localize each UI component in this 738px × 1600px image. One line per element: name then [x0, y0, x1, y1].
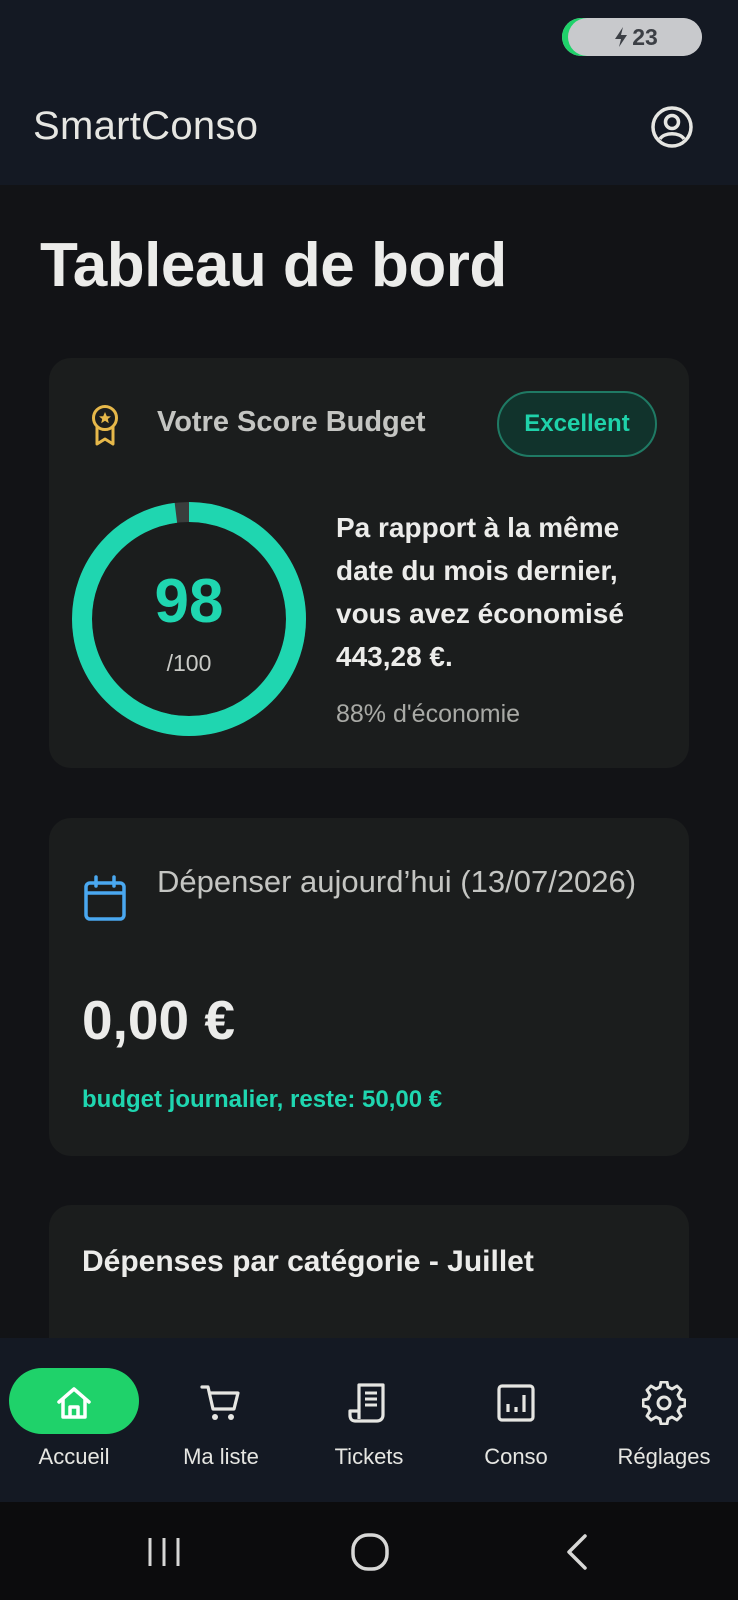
score-max: /100 [166, 650, 212, 676]
daily-budget-note: budget journalier, reste: 50,00 € [82, 1086, 443, 1113]
charging-bolt-icon [615, 27, 628, 47]
app-bar: SmartConso [0, 80, 738, 185]
score-title: Votre Score Budget [157, 406, 426, 438]
score-value: 98 [154, 567, 224, 636]
nav-item-reglages[interactable]: Réglages [590, 1338, 738, 1502]
medal-icon [92, 405, 118, 446]
cart-icon [200, 1385, 240, 1420]
status-badge: Excellent [497, 391, 657, 457]
nav-label: Ma liste [183, 1444, 259, 1469]
app-title: SmartConso [33, 104, 259, 148]
home-circle-icon[interactable] [348, 1530, 392, 1574]
gear-icon [642, 1381, 686, 1425]
chart-icon [497, 1384, 535, 1422]
nav-label: Conso [484, 1444, 548, 1469]
receipt-icon [348, 1383, 385, 1423]
today-spending-card: Dépenser aujourd’hui (13/07/2026) 0,00 €… [49, 818, 689, 1156]
account-circle-icon[interactable] [648, 103, 696, 151]
nav-item-ma-liste[interactable]: Ma liste [147, 1338, 295, 1502]
score-card: Votre Score Budget Excellent 98 /100 Pa … [49, 358, 689, 768]
savings-percent: 88% d'économie [336, 700, 521, 728]
battery-indicator: 23 [562, 18, 702, 56]
home-icon [57, 1387, 91, 1419]
nav-label: Accueil [38, 1444, 110, 1469]
today-amount: 0,00 € [82, 989, 235, 1051]
status-bar: 23 [0, 0, 738, 80]
recent-apps-icon[interactable] [142, 1530, 186, 1574]
nav-label: Réglages [617, 1444, 711, 1469]
page-title: Tableau de bord [40, 231, 507, 300]
system-navigation [0, 1502, 738, 1600]
bottom-navigation: Accueil Ma liste Tickets Conso Réglages [0, 1338, 738, 1502]
today-title: Dépenser aujourd’hui (13/07/2026) [157, 864, 637, 899]
nav-label: Tickets [334, 1444, 404, 1469]
nav-item-conso[interactable]: Conso [442, 1338, 590, 1502]
nav-item-accueil[interactable]: Accueil [0, 1338, 148, 1502]
nav-item-tickets[interactable]: Tickets [295, 1338, 443, 1502]
score-description: Pa rapport à la même date du mois dernie… [336, 512, 624, 672]
calendar-icon [84, 875, 126, 921]
battery-level: 23 [632, 23, 658, 50]
back-icon[interactable] [555, 1530, 599, 1574]
category-title: Dépenses par catégorie - Juillet [82, 1245, 534, 1278]
